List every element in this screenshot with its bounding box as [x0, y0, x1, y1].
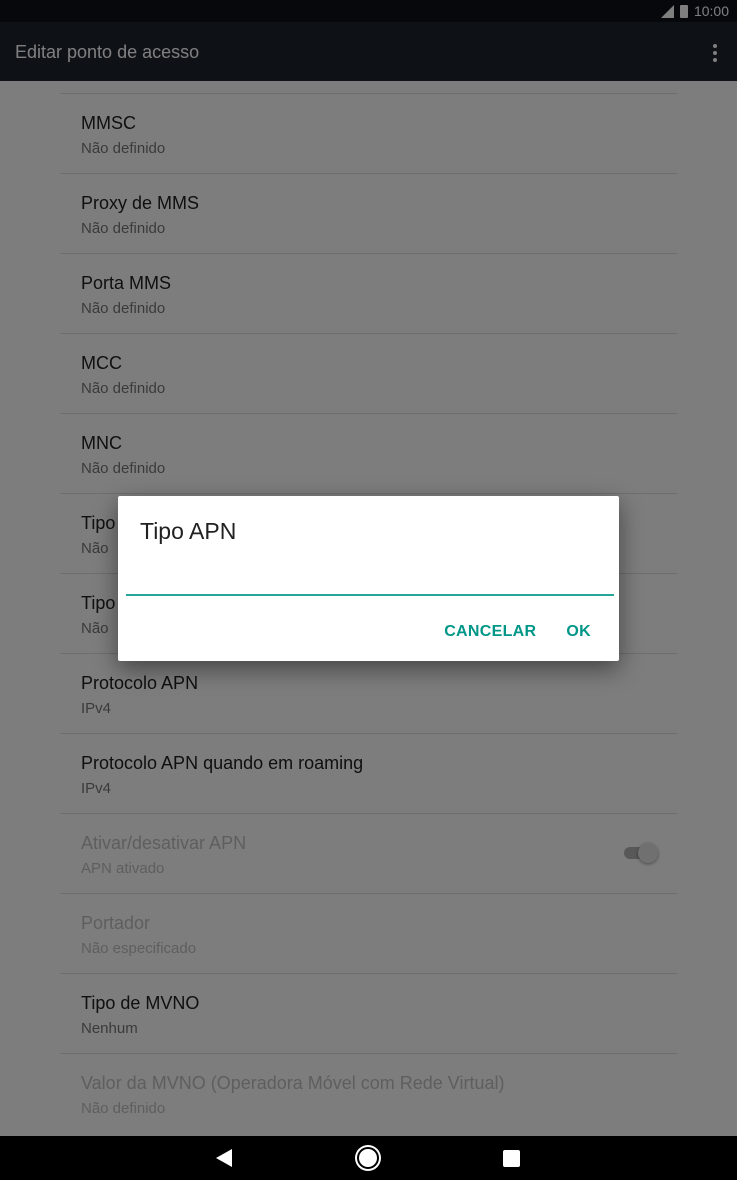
apn-type-dialog: Tipo APN CANCELAR OK: [118, 496, 619, 661]
recents-icon[interactable]: [503, 1150, 520, 1167]
navigation-bar: [0, 1136, 737, 1180]
ok-button[interactable]: OK: [566, 623, 591, 641]
home-icon[interactable]: [357, 1147, 379, 1169]
dialog-actions: CANCELAR OK: [444, 623, 591, 641]
apn-type-input[interactable]: [126, 558, 614, 596]
dialog-title: Tipo APN: [140, 518, 237, 544]
back-icon[interactable]: [216, 1149, 232, 1167]
cancel-button[interactable]: CANCELAR: [444, 623, 536, 641]
